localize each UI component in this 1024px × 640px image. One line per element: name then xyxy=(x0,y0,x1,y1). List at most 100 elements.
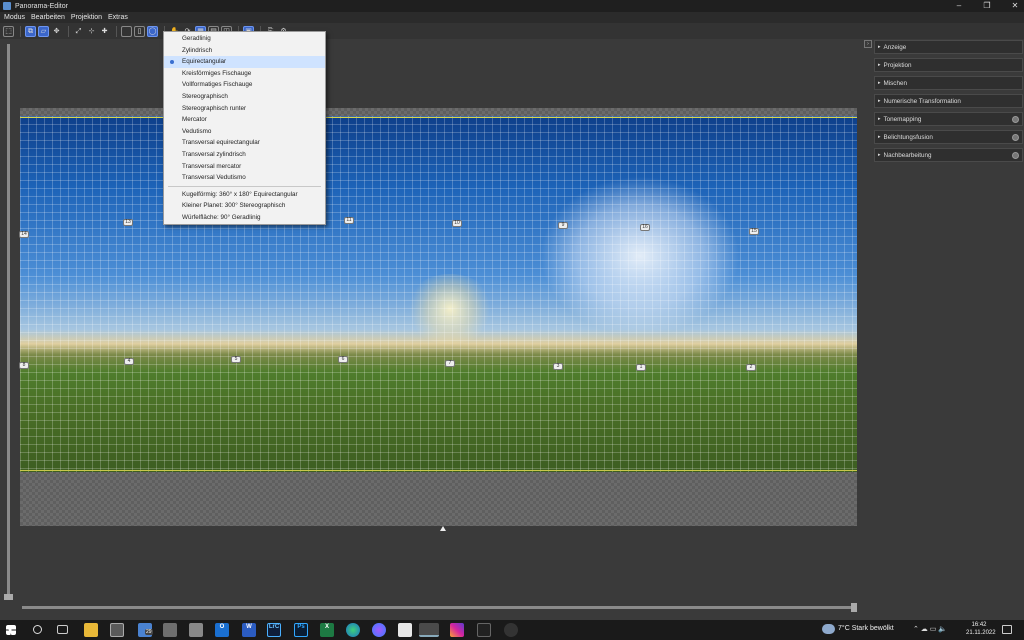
horizontal-fov-slider[interactable] xyxy=(22,606,855,609)
control-point[interactable]: 14 xyxy=(19,231,29,238)
minimize-button[interactable]: – xyxy=(944,0,974,12)
panorama-image[interactable] xyxy=(20,116,857,472)
menu-item-label: Equirectangular xyxy=(182,58,227,66)
task-view-icon[interactable] xyxy=(57,625,68,634)
copilot-icon[interactable] xyxy=(504,623,518,637)
menu-item-label: Transversal Vedutismo xyxy=(182,174,246,182)
control-point[interactable]: 10 xyxy=(452,220,462,227)
weather-text[interactable]: 7°C Stark bewölkt xyxy=(838,625,894,632)
menu-item-transversal-mercator[interactable]: Transversal mercator xyxy=(164,161,325,173)
cylinder-view-icon[interactable]: ▯ xyxy=(134,25,145,37)
menu-extras[interactable]: Extras xyxy=(108,14,128,21)
panel-label: Projektion xyxy=(883,61,912,69)
instagram-icon[interactable] xyxy=(450,623,464,637)
control-point[interactable]: 3 xyxy=(553,363,563,370)
affinity-icon[interactable] xyxy=(398,623,412,637)
menu-item-transversal-zylindrisch[interactable]: Transversal zylindrisch xyxy=(164,149,325,161)
menu-item-label: Stereographisch xyxy=(182,92,228,100)
menu-bearbeiten[interactable]: Bearbeiten xyxy=(31,14,65,21)
panorama-editor-icon[interactable] xyxy=(419,623,439,637)
control-point[interactable]: 6 xyxy=(338,356,348,363)
file-explorer-icon[interactable] xyxy=(84,623,98,637)
notification-icon[interactable] xyxy=(1002,625,1012,634)
close-button[interactable]: ✕ xyxy=(1000,0,1024,12)
menu-modus[interactable]: Modus xyxy=(4,14,25,21)
control-point[interactable]: 1 xyxy=(636,364,646,371)
maximize-button[interactable]: ❐ xyxy=(972,0,1002,12)
preset-wuerfelflaeche[interactable]: Würfelfläche: 90° Geradlinig xyxy=(164,212,325,224)
vertical-slider-handle[interactable] xyxy=(4,594,13,600)
edge-icon[interactable] xyxy=(346,623,360,637)
expand-arrow-icon: ▸ xyxy=(878,98,881,104)
control-point[interactable]: 16 xyxy=(640,224,650,231)
panel-nachbearbeitung[interactable]: ▸ Nachbearbeitung xyxy=(874,148,1023,162)
horizontal-slider-handle[interactable] xyxy=(851,603,857,612)
caret-up-icon[interactable] xyxy=(440,526,446,531)
menu-item-equirectangular[interactable]: Equirectangular xyxy=(164,56,325,68)
clock[interactable]: 16:42 21.11.2022 xyxy=(966,621,996,637)
menu-item-geradlinig[interactable]: Geradlinig xyxy=(164,33,325,45)
search-icon[interactable] xyxy=(33,625,42,634)
control-point[interactable]: 2 xyxy=(746,364,756,371)
app-icon[interactable] xyxy=(477,623,491,637)
control-point[interactable]: 5 xyxy=(231,356,241,363)
menu-item-transversal-equirectangular[interactable]: Transversal equirectangular xyxy=(164,137,325,149)
panel-label: Anzeige xyxy=(883,43,907,51)
date-text: 21.11.2022 xyxy=(966,630,996,636)
expand-arrow-icon: ▸ xyxy=(878,134,881,140)
outlook-label: O xyxy=(219,624,225,630)
menu-projektion[interactable]: Projektion xyxy=(71,14,102,21)
messenger-icon[interactable] xyxy=(372,623,386,637)
menu-divider xyxy=(168,185,321,187)
sphere-view-icon[interactable]: ◯ xyxy=(147,25,158,37)
menu-item-label: Transversal zylindrisch xyxy=(182,150,246,158)
panel-numerische-transformation[interactable]: ▸ Numerische Transformation xyxy=(874,94,1023,108)
menu-bar: Modus Bearbeiten Projektion Extras xyxy=(0,12,1024,23)
collapse-panel-icon[interactable]: › xyxy=(864,40,872,48)
menu-item-vedutismo[interactable]: Vedutismo xyxy=(164,126,325,138)
expand-arrow-icon: ▸ xyxy=(878,152,881,158)
preset-kleiner-planet[interactable]: Kleiner Planet: 300° Stereographisch xyxy=(164,200,325,212)
move-icon[interactable]: ✥ xyxy=(51,26,62,37)
menu-item-mercator[interactable]: Mercator xyxy=(164,114,325,126)
teams-icon[interactable] xyxy=(163,623,177,637)
vertical-fov-slider[interactable] xyxy=(7,44,10,600)
menu-item-label: Vollformatiges Fischauge xyxy=(182,81,253,89)
crop-icon[interactable]: ⬚ xyxy=(3,25,14,37)
panel-toggle-radio[interactable] xyxy=(1012,152,1019,159)
panel-belichtungsfusion[interactable]: ▸ Belichtungsfusion xyxy=(874,130,1023,144)
control-point[interactable]: 4 xyxy=(124,358,134,365)
panel-anzeige[interactable]: ▸ Anzeige xyxy=(874,40,1023,54)
control-point[interactable]: 11 xyxy=(344,217,354,224)
taskbar: 29 O W LrC Ps X 7°C Stark bewölkt ⌃ ☁ ▭ … xyxy=(0,620,1024,640)
panel-projektion[interactable]: ▸ Projektion xyxy=(874,58,1023,72)
center-icon[interactable]: ⊹ xyxy=(86,26,97,37)
control-point[interactable]: 8 xyxy=(19,362,29,369)
straighten-icon[interactable]: ✚ xyxy=(99,26,110,37)
preset-kugelfoermig[interactable]: Kugelförmig: 360° x 180° Equirectangular xyxy=(164,189,325,201)
menu-item-zylindrisch[interactable]: Zylindrisch xyxy=(164,45,325,57)
menu-item-stereographisch[interactable]: Stereographisch xyxy=(164,91,325,103)
menu-item-transversal-vedutismo[interactable]: Transversal Vedutismo xyxy=(164,172,325,184)
control-point[interactable]: 15 xyxy=(749,228,759,235)
layers-active-icon[interactable]: ▱ xyxy=(38,25,49,37)
fit-icon[interactable]: ⤢ xyxy=(73,26,84,37)
panel-mischen[interactable]: ▸ Mischen xyxy=(874,76,1023,90)
control-point[interactable]: 7 xyxy=(445,360,455,367)
menu-item-kreisfoermiges-fischauge[interactable]: Kreisförmiges Fischauge xyxy=(164,68,325,80)
tray-icons[interactable]: ⌃ ☁ ▭ 🔈 xyxy=(913,625,947,633)
expand-arrow-icon: ▸ xyxy=(878,116,881,122)
panel-toggle-radio[interactable] xyxy=(1012,134,1019,141)
control-point[interactable]: 13 xyxy=(123,219,133,226)
layers-icon[interactable]: ⧉ xyxy=(25,25,36,37)
menu-item-stereographisch-runter[interactable]: Stereographisch runter xyxy=(164,103,325,115)
windows-start-icon[interactable] xyxy=(6,625,16,635)
store-icon[interactable] xyxy=(110,623,124,637)
panel-tonemapping[interactable]: ▸ Tonemapping xyxy=(874,112,1023,126)
control-point[interactable]: 9 xyxy=(558,222,568,229)
calculator-icon[interactable] xyxy=(189,623,203,637)
panel-label: Belichtungsfusion xyxy=(883,133,933,141)
panel-toggle-radio[interactable] xyxy=(1012,116,1019,123)
rect-view-icon[interactable] xyxy=(121,25,132,37)
menu-item-vollformatiges-fischauge[interactable]: Vollformatiges Fischauge xyxy=(164,79,325,91)
